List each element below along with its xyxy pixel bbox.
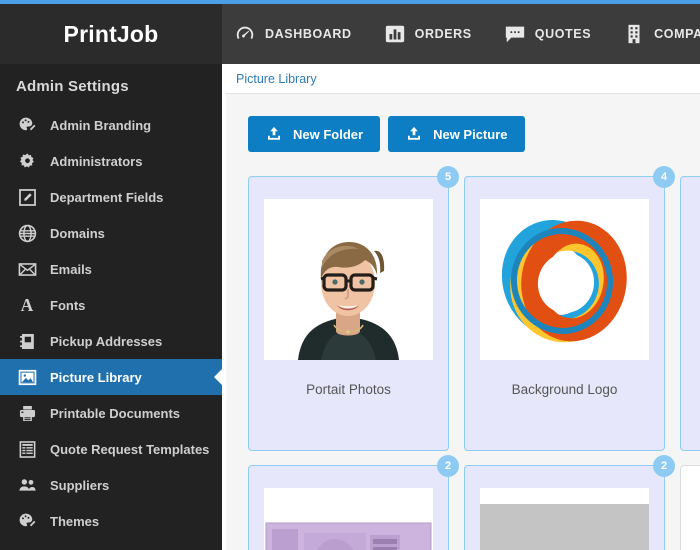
banknote-image: £100 £100 [264,519,433,550]
upload-icon [405,125,423,143]
card-label: Background Logo [465,382,664,397]
sidebar-label-pickup-addresses: Pickup Addresses [50,334,162,349]
sidebar-label-suppliers: Suppliers [50,478,109,493]
bar-chart-icon [384,23,406,45]
sidebar-label-domains: Domains [50,226,105,241]
palette-brush-icon [16,114,38,136]
active-pointer-arrow [214,368,222,386]
card-thumbnail [480,488,649,550]
sidebar-title: Admin Settings [0,64,222,107]
app-root: PrintJob DASHBOARD ORDERS [0,0,700,550]
breadcrumb: Picture Library [226,64,700,94]
nav-item-dashboard[interactable]: DASHBOARD [222,4,368,64]
building-icon [623,23,645,45]
picture-folder-card[interactable]: 2 [464,465,665,550]
palette-brush-icon [16,510,38,532]
envelope-icon [16,258,38,280]
background-logo-image [490,205,640,355]
edit-square-icon [16,186,38,208]
nav-label-quotes: QUOTES [535,27,591,41]
gauge-icon [234,23,256,45]
top-accent-strip [0,0,700,4]
image-icon [16,366,38,388]
sidebar-item-fonts[interactable]: A Fonts [0,287,222,323]
sidebar-label-emails: Emails [50,262,92,277]
item-count-badge: 2 [437,455,459,477]
gear-icon [16,150,38,172]
sidebar-item-suppliers[interactable]: Suppliers [0,467,222,503]
sidebar-label-themes: Themes [50,514,99,529]
sidebar-label-department-fields: Department Fields [50,190,163,205]
portrait-photo-image [264,199,433,360]
sidebar-label-quote-request-templates: Quote Request Templates [50,442,209,457]
nav-label-orders: ORDERS [415,27,472,41]
sidebar-item-pickup-addresses[interactable]: Pickup Addresses [0,323,222,359]
image-placeholder-camera-icon [480,504,649,550]
picture-folder-card[interactable]: 5 [248,176,449,451]
nav-item-orders[interactable]: ORDERS [368,4,488,64]
item-count-badge: 5 [437,166,459,188]
sidebar-label-administrators: Administrators [50,154,142,169]
address-book-icon [16,330,38,352]
printer-icon [16,402,38,424]
brand-block[interactable]: PrintJob [0,4,222,64]
brand-title: PrintJob [64,21,159,48]
sidebar-label-picture-library: Picture Library [50,370,142,385]
card-thumbnail [264,199,433,360]
grid-row: 5 [248,176,700,451]
card-label: Portait Photos [249,382,448,397]
sidebar-label-admin-branding: Admin Branding [50,118,151,133]
letter-a-icon: A [16,294,38,316]
new-folder-button[interactable]: New Folder [248,116,380,152]
sidebar-label-fonts: Fonts [50,298,85,313]
speech-bubble-icon [504,23,526,45]
sidebar-item-quote-request-templates[interactable]: Quote Request Templates [0,431,222,467]
upload-icon [265,125,283,143]
sidebar-label-printable-documents: Printable Documents [50,406,180,421]
grid-row: 2 £100 [248,465,700,550]
main-content: Picture Library New Folder [226,64,700,550]
sidebar: Admin Settings Admin Branding [0,64,222,550]
new-picture-button[interactable]: New Picture [388,116,524,152]
nav-item-companies[interactable]: COMPANIES [607,4,700,64]
picture-folder-card-partial[interactable] [680,176,700,451]
sidebar-item-admin-branding[interactable]: Admin Branding [0,107,222,143]
sidebar-item-domains[interactable]: Domains [0,215,222,251]
svg-text:A: A [21,295,34,315]
nav-label-dashboard: DASHBOARD [265,27,352,41]
sidebar-item-administrators[interactable]: Administrators [0,143,222,179]
toolbar: New Folder New Picture [226,94,700,152]
sidebar-item-printable-documents[interactable]: Printable Documents [0,395,222,431]
nav-item-quotes[interactable]: QUOTES [488,4,607,64]
globe-icon [16,222,38,244]
nav-label-companies: COMPANIES [654,27,700,41]
users-icon [16,474,38,496]
picture-library-grid: 5 [248,176,700,550]
sidebar-item-picture-library[interactable]: Picture Library [0,359,222,395]
picture-folder-card[interactable]: 2 £100 [248,465,449,550]
picture-folder-card-partial[interactable] [680,465,700,550]
form-list-icon [16,438,38,460]
sidebar-item-themes[interactable]: Themes [0,503,222,539]
card-thumbnail: £100 £100 [264,488,433,550]
sidebar-item-emails[interactable]: Emails [0,251,222,287]
item-count-badge: 4 [653,166,675,188]
new-picture-label: New Picture [433,127,507,142]
item-count-badge: 2 [653,455,675,477]
breadcrumb-label[interactable]: Picture Library [236,72,317,86]
svg-text:£100: £100 [392,547,433,550]
new-folder-label: New Folder [293,127,363,142]
picture-folder-card[interactable]: 4 [464,176,665,451]
top-navigation: DASHBOARD ORDERS [222,4,700,64]
sidebar-item-department-fields[interactable]: Department Fields [0,179,222,215]
card-thumbnail [480,199,649,360]
